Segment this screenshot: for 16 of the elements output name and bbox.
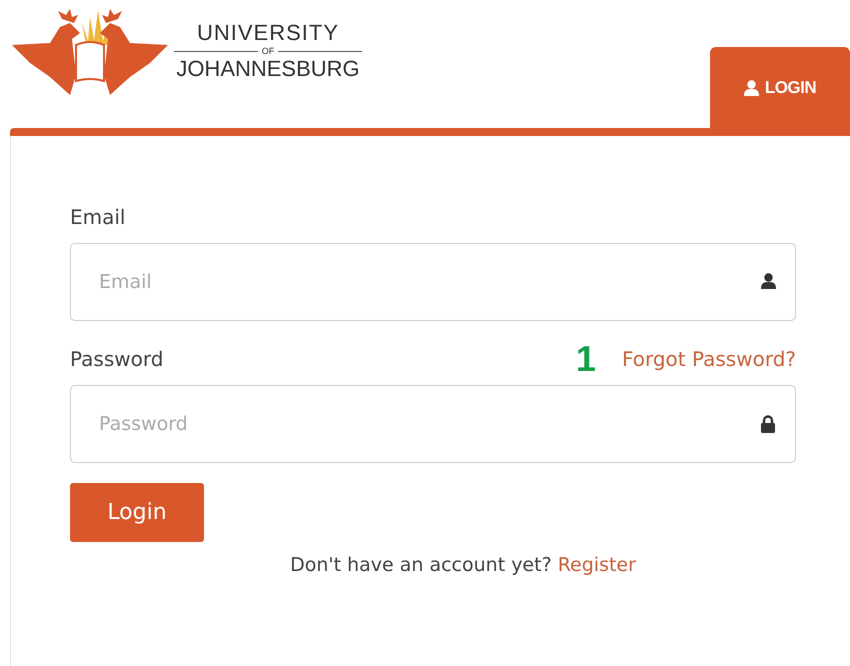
- logo-title: JOHANNESBURG: [176, 56, 360, 82]
- email-field[interactable]: Email: [70, 243, 796, 321]
- password-field[interactable]: Password: [70, 385, 796, 463]
- logo-subtitle: OF: [262, 46, 274, 56]
- field-label: Password: [70, 347, 164, 371]
- lock-icon: [760, 415, 776, 433]
- logo-title: UNIVERSITY: [196, 20, 340, 46]
- user-icon: [761, 273, 776, 289]
- user-icon: [744, 80, 759, 96]
- login-tab[interactable]: LOGIN: [710, 47, 850, 128]
- login-button[interactable]: Login: [70, 483, 204, 542]
- forgot-password-link[interactable]: Forgot Password?: [622, 347, 796, 371]
- register-prompt: Don't have an account yet? Register: [289, 554, 637, 576]
- register-link[interactable]: Register: [558, 554, 636, 576]
- annotation-number: 1: [576, 338, 596, 380]
- field-label: Email: [70, 205, 126, 229]
